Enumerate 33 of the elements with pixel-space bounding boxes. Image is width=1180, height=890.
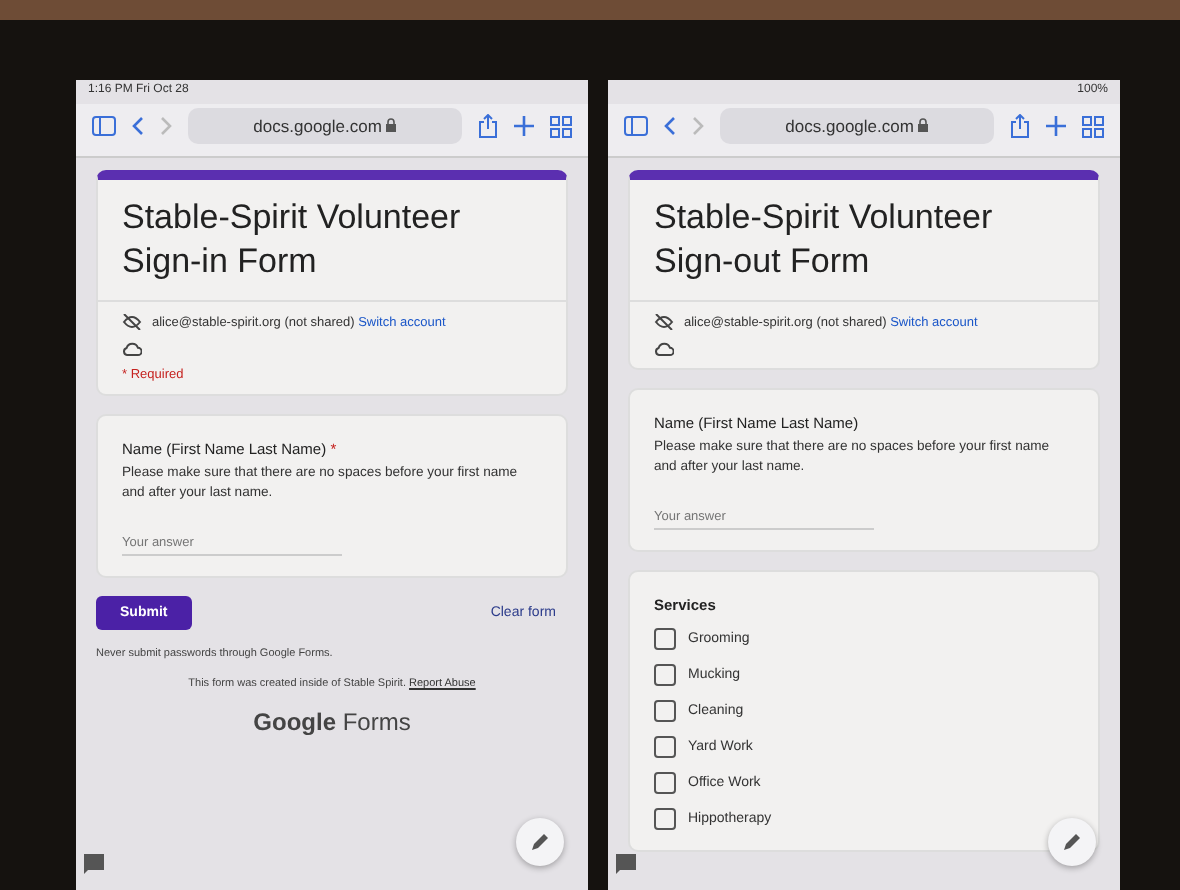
plus-icon[interactable] (1046, 116, 1066, 136)
form-title: Stable-Spirit Volunteer Sign-in Form (98, 180, 566, 302)
checkbox[interactable] (654, 808, 676, 830)
back-icon[interactable] (664, 116, 676, 136)
pencil-icon (1062, 832, 1082, 852)
sidebar-icon[interactable] (92, 116, 116, 136)
plus-icon[interactable] (514, 116, 534, 136)
checkbox[interactable] (654, 736, 676, 758)
feedback-icon[interactable] (84, 854, 104, 874)
sidebar-icon[interactable] (624, 116, 648, 136)
share-icon[interactable] (1010, 114, 1030, 138)
address-bar[interactable]: docs.google.com (188, 108, 462, 144)
checkbox[interactable] (654, 700, 676, 722)
checkbox[interactable] (654, 772, 676, 794)
form-title: Stable-Spirit Volunteer Sign-out Form (630, 180, 1098, 302)
tabs-grid-icon[interactable] (1082, 115, 1104, 137)
lock-icon (386, 118, 397, 132)
edit-button[interactable] (1048, 818, 1096, 866)
edit-button[interactable] (516, 818, 564, 866)
cloud-icon (654, 342, 674, 356)
checkbox[interactable] (654, 628, 676, 650)
google-forms-logo: Google Forms (251, 708, 413, 736)
cloud-icon (122, 342, 142, 356)
share-icon[interactable] (478, 114, 498, 138)
tabs-grid-icon[interactable] (550, 115, 572, 137)
checkbox[interactable] (654, 664, 676, 686)
feedback-icon[interactable] (616, 854, 636, 874)
lock-icon (918, 118, 929, 132)
pencil-icon (530, 832, 550, 852)
back-icon[interactable] (132, 116, 144, 136)
address-bar[interactable]: docs.google.com (720, 108, 994, 144)
eye-off-icon (122, 314, 142, 330)
eye-off-icon (654, 314, 674, 330)
